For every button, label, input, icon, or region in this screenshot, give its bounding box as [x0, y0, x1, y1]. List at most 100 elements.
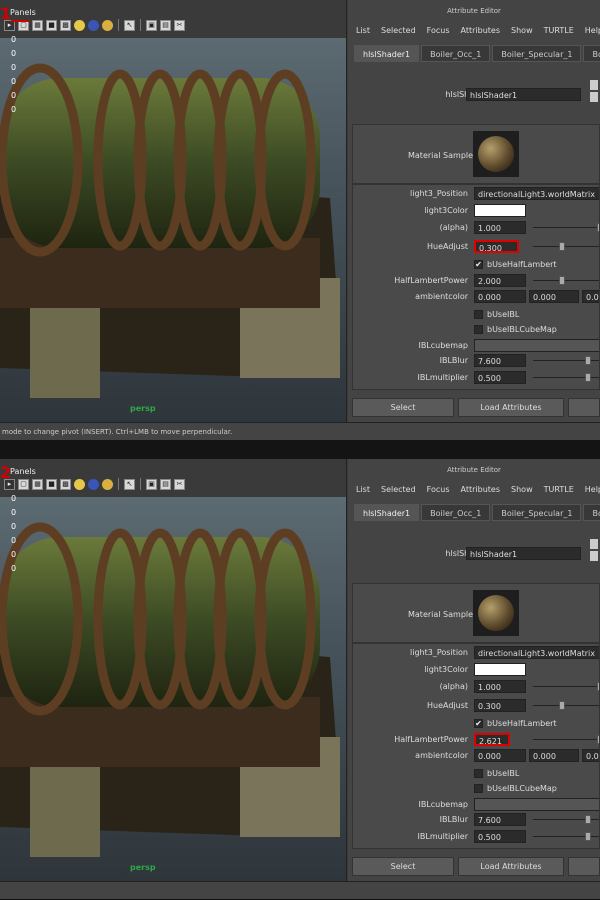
b-use-ibl-checkbox[interactable]: [474, 310, 483, 319]
slider-knob[interactable]: [559, 701, 565, 710]
ambient-r-field[interactable]: 0.000: [474, 749, 526, 762]
ae-menu-item[interactable]: List: [356, 485, 370, 494]
shaded-icon[interactable]: ■: [46, 478, 57, 490]
copy-tab-button[interactable]: [568, 398, 600, 417]
b-use-ibl-cubemap-checkbox[interactable]: [474, 784, 483, 793]
viewport[interactable]: Panels ▸ ▢ ▦ ■ ▩ ↖ ▣ ▤ ✂ 0 0 0 0 0 0 2 persp: [0, 459, 347, 881]
presets-icon[interactable]: [590, 551, 598, 561]
sphere-icon[interactable]: [88, 19, 99, 31]
ambient-g-field[interactable]: 0.000: [529, 290, 579, 303]
ae-tab[interactable]: Boiler_Specular_1: [492, 45, 582, 62]
scene-render[interactable]: [0, 497, 346, 881]
frame-icon[interactable]: ▣: [146, 478, 157, 490]
b-use-ibl-checkbox[interactable]: [474, 769, 483, 778]
select-icon[interactable]: ↖: [124, 478, 135, 490]
scene-render[interactable]: [0, 38, 346, 422]
ae-menu-item[interactable]: Focus: [427, 26, 450, 35]
wireframe-icon[interactable]: ▦: [32, 19, 43, 31]
ibl-blur-slider[interactable]: [533, 356, 599, 365]
panels-menu[interactable]: Panels: [10, 467, 36, 476]
ae-tab[interactable]: Boiler_Specular_1: [492, 504, 582, 521]
shaded-icon[interactable]: ■: [46, 19, 57, 31]
ibl-blur-field[interactable]: 7.600: [474, 813, 526, 826]
load-attributes-button[interactable]: Load Attributes: [458, 857, 564, 876]
ibl-multiplier-slider[interactable]: [533, 832, 599, 841]
load-attributes-button[interactable]: Load Attributes: [458, 398, 564, 417]
ae-menu-item[interactable]: Show: [511, 26, 533, 35]
ibl-multiplier-slider[interactable]: [533, 373, 599, 382]
isolate-icon[interactable]: ▤: [160, 19, 171, 31]
viewport[interactable]: Panels ▸ ▢ ▦ ■ ▩ ↖ ▣ ▤ ✂ 0 0 0 0 0 0 1 persp: [0, 0, 347, 422]
light-icon[interactable]: [74, 19, 85, 31]
light3-color-swatch[interactable]: [474, 663, 526, 676]
ae-tab[interactable]: Boiler_Occ_1: [421, 45, 491, 62]
ae-menu-item[interactable]: Show: [511, 485, 533, 494]
ae-menu-item[interactable]: Attributes: [461, 485, 501, 494]
light-icon[interactable]: [74, 478, 85, 490]
isolate-icon[interactable]: ▤: [160, 478, 171, 490]
alpha-slider[interactable]: [533, 223, 599, 232]
ibl-cubemap-field[interactable]: [474, 339, 599, 352]
alpha-field[interactable]: 1.000: [474, 680, 526, 693]
presets-icon[interactable]: [590, 92, 598, 102]
wireframe-icon[interactable]: ▦: [32, 478, 43, 490]
ae-tab[interactable]: Boiler_Co: [583, 45, 600, 62]
light3-position-field[interactable]: directionalLight3.worldMatrix: [474, 187, 599, 200]
ae-menu-item[interactable]: TURTLE: [544, 26, 574, 35]
slider-knob[interactable]: [585, 356, 591, 365]
ae-menu-item[interactable]: Attributes: [461, 26, 501, 35]
ibl-multiplier-field[interactable]: 0.500: [474, 371, 526, 384]
cube-icon[interactable]: ▢: [18, 478, 29, 490]
ibl-blur-slider[interactable]: [533, 815, 599, 824]
slider-knob[interactable]: [585, 815, 591, 824]
panels-menu[interactable]: Panels: [10, 8, 36, 17]
ae-tab[interactable]: Boiler_Co: [583, 504, 600, 521]
alpha-field[interactable]: 1.000: [474, 221, 526, 234]
hue-adjust-field[interactable]: 0.300: [474, 699, 526, 712]
select-button[interactable]: Select: [352, 857, 454, 876]
focus-icon[interactable]: [590, 539, 598, 549]
frame-icon[interactable]: ▣: [146, 19, 157, 31]
select-button[interactable]: Select: [352, 398, 454, 417]
half-lambert-power-field[interactable]: 2.621: [474, 733, 510, 746]
ae-menu-item[interactable]: List: [356, 26, 370, 35]
sphere-icon[interactable]: [88, 478, 99, 490]
ae-menu-item[interactable]: Focus: [427, 485, 450, 494]
ambient-g-field[interactable]: 0.000: [529, 749, 579, 762]
ae-menu-item[interactable]: Help: [585, 26, 600, 35]
shadow-icon[interactable]: [102, 19, 113, 31]
texture-icon[interactable]: ▩: [60, 478, 71, 490]
copy-tab-button[interactable]: [568, 857, 600, 876]
ibl-cubemap-field[interactable]: [474, 798, 599, 811]
texture-icon[interactable]: ▩: [60, 19, 71, 31]
slider-knob[interactable]: [585, 373, 591, 382]
ae-tab[interactable]: hlslShader1: [354, 45, 420, 62]
b-use-half-lambert-checkbox[interactable]: ✔: [474, 719, 483, 728]
ambient-b-field[interactable]: 0.000: [582, 749, 599, 762]
ae-tab[interactable]: Boiler_Occ_1: [421, 504, 491, 521]
hue-adjust-slider[interactable]: [533, 701, 599, 710]
hue-adjust-field[interactable]: 0.300: [474, 240, 519, 253]
shader-name-field[interactable]: hlslShader1: [466, 88, 581, 101]
b-use-ibl-cubemap-checkbox[interactable]: [474, 325, 483, 334]
ibl-multiplier-field[interactable]: 0.500: [474, 830, 526, 843]
ae-menu-item[interactable]: Selected: [381, 485, 416, 494]
ae-menu-item[interactable]: Help: [585, 485, 600, 494]
select-icon[interactable]: ↖: [124, 19, 135, 31]
shader-name-field[interactable]: hlslShader1: [466, 547, 581, 560]
light3-position-field[interactable]: directionalLight3.worldMatrix: [474, 646, 599, 659]
slider-knob[interactable]: [559, 242, 565, 251]
half-lambert-power-slider[interactable]: [533, 735, 599, 744]
shadow-icon[interactable]: [102, 478, 113, 490]
slider-knob[interactable]: [559, 276, 565, 285]
light3-color-swatch[interactable]: [474, 204, 526, 217]
half-lambert-power-field[interactable]: 2.000: [474, 274, 526, 287]
alpha-slider[interactable]: [533, 682, 599, 691]
snap-icon[interactable]: ✂: [174, 478, 185, 490]
half-lambert-power-slider[interactable]: [533, 276, 599, 285]
snap-icon[interactable]: ✂: [174, 19, 185, 31]
b-use-half-lambert-checkbox[interactable]: ✔: [474, 260, 483, 269]
slider-knob[interactable]: [585, 832, 591, 841]
ambient-r-field[interactable]: 0.000: [474, 290, 526, 303]
ae-menu-item[interactable]: Selected: [381, 26, 416, 35]
